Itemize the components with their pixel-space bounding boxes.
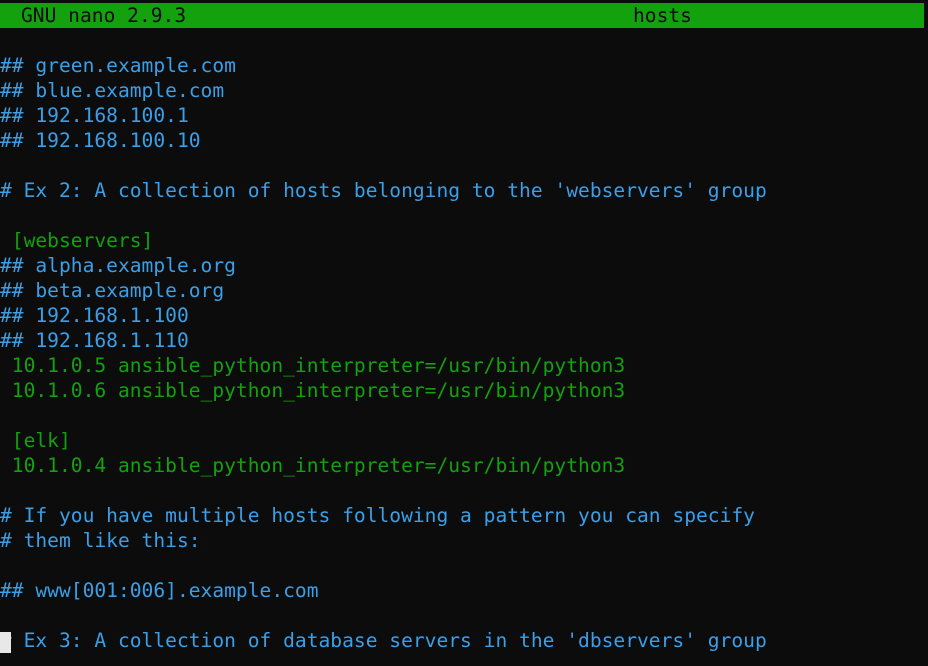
comment-line[interactable]: ## blue.example.com xyxy=(0,78,928,103)
comment-line[interactable]: ## www[001:006].example.com xyxy=(0,578,928,603)
text-cursor xyxy=(0,632,11,653)
comment-line[interactable]: # Ex 2: A collection of hosts belonging … xyxy=(0,178,928,203)
blank-line[interactable] xyxy=(0,203,928,228)
nano-title-bar: GNU nano 2.9.3 hosts xyxy=(0,3,924,28)
comment-line[interactable]: # them like this: xyxy=(0,528,928,553)
comment-line[interactable]: # Ex 3: A collection of database servers… xyxy=(0,628,928,653)
comment-line[interactable]: ## 192.168.100.10 xyxy=(0,128,928,153)
nano-terminal-window[interactable]: GNU nano 2.9.3 hosts ## green.example.co… xyxy=(0,0,928,666)
comment-line[interactable]: ## 192.168.1.100 xyxy=(0,303,928,328)
comment-line[interactable]: ## alpha.example.org xyxy=(0,253,928,278)
code-line[interactable]: 10.1.0.5 ansible_python_interpreter=/usr… xyxy=(0,353,928,378)
blank-line[interactable] xyxy=(0,553,928,578)
file-name-label: hosts xyxy=(633,4,692,27)
editor-version-label: GNU nano 2.9.3 xyxy=(21,4,187,27)
comment-line[interactable]: # If you have multiple hosts following a… xyxy=(0,503,928,528)
blank-line[interactable] xyxy=(0,603,928,628)
comment-line[interactable]: ## beta.example.org xyxy=(0,278,928,303)
editor-text-area[interactable]: ## green.example.com ## blue.example.com #… xyxy=(0,53,928,653)
code-line[interactable]: [webservers] xyxy=(0,228,928,253)
code-line[interactable]: 10.1.0.4 ansible_python_interpreter=/usr… xyxy=(0,453,928,478)
code-line[interactable]: 10.1.0.6 ansible_python_interpreter=/usr… xyxy=(0,378,928,403)
blank-line[interactable] xyxy=(0,153,928,178)
comment-line[interactable]: ## 192.168.1.110 xyxy=(0,328,928,353)
blank-line[interactable] xyxy=(0,403,928,428)
comment-line[interactable]: ## 192.168.100.1 xyxy=(0,103,928,128)
code-line[interactable]: [elk] xyxy=(0,428,928,453)
blank-line[interactable] xyxy=(0,478,928,503)
comment-line[interactable]: ## green.example.com xyxy=(0,53,928,78)
